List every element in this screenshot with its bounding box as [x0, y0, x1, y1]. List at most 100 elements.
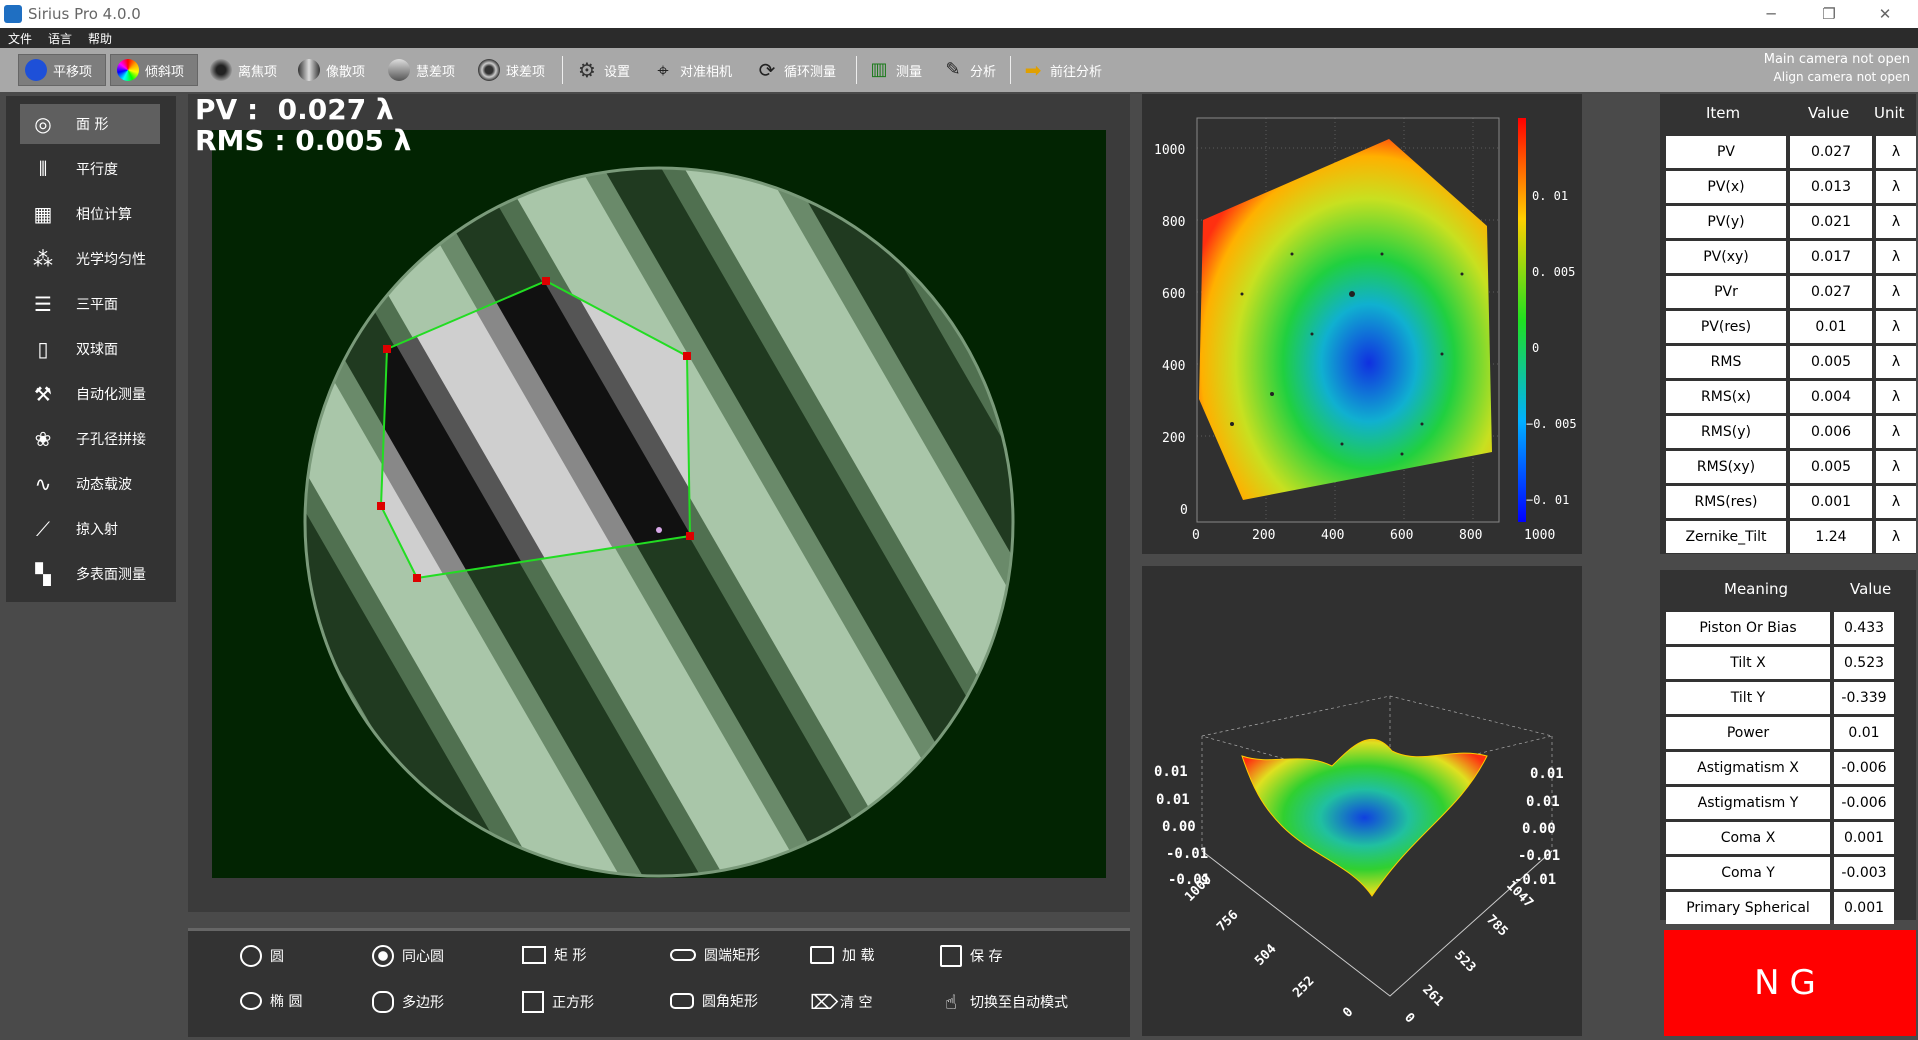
cell-value: 0.01: [1834, 717, 1894, 749]
toolbar-label: 设置: [604, 64, 631, 80]
sidebar-item-surface[interactable]: ◎ 面 形: [20, 104, 160, 144]
x-tick-3d: 252: [1290, 974, 1317, 1001]
menu-file[interactable]: 文件: [8, 30, 32, 47]
table-row: PV(x) 0.013 λ: [1666, 171, 1916, 203]
table-row: RMS(x) 0.004 λ: [1666, 381, 1916, 413]
table-row: Zernike_Tilt 1.24 λ: [1666, 521, 1916, 553]
cell-value: 0.523: [1834, 647, 1894, 679]
sidebar-item-parallelism[interactable]: ⦀ 平行度: [20, 149, 160, 189]
shape-label: 同心圆: [402, 949, 444, 965]
shape-obround-button[interactable]: 圆端矩形: [670, 945, 760, 965]
sidebar: ◎ 面 形 ⦀ 平行度 ▦ 相位计算 ⁂ 光学均匀性 ☰ 三平面 ▯ 双球面 ⚒…: [6, 96, 176, 602]
table-row: PV(xy) 0.017 λ: [1666, 241, 1916, 273]
cell-value: -0.006: [1834, 752, 1894, 784]
surface-map-fill: [1199, 139, 1492, 500]
colorbar-tick: −0. 005: [1526, 417, 1577, 431]
shape-square-button[interactable]: 正方形: [522, 991, 594, 1013]
toolbar-astigmatism-button[interactable]: 像散项: [292, 54, 376, 86]
toolbar-defocus-button[interactable]: 离焦项: [204, 54, 288, 86]
toolbar-cycle-measure-button[interactable]: ⟳ 循环测量: [750, 54, 850, 86]
cell-unit: λ: [1876, 521, 1916, 553]
table-row: PV 0.027 λ: [1666, 136, 1916, 168]
cell-value: -0.003: [1834, 857, 1894, 889]
sidebar-item-three-plane[interactable]: ☰ 三平面: [20, 284, 160, 324]
shape-rounded-rect-button[interactable]: 圆角矩形: [670, 991, 758, 1011]
clear-button[interactable]: ⌦ 清 空: [810, 991, 872, 1013]
restore-button[interactable]: ❐: [1806, 2, 1852, 26]
cell-item: RMS(y): [1666, 416, 1786, 448]
sidebar-item-double-sphere[interactable]: ▯ 双球面: [20, 329, 160, 369]
sidebar-item-label: 动态载波: [76, 477, 132, 493]
center-marker: [656, 527, 662, 533]
result-status: NG: [1664, 930, 1916, 1036]
rms-label: RMS :: [195, 124, 286, 157]
toolbar-settings-button[interactable]: ⚙ 设置: [570, 54, 640, 86]
shape-ellipse-button[interactable]: 椭 圆: [240, 991, 302, 1011]
menu-help[interactable]: 帮助: [88, 30, 112, 47]
stitch-icon: ❀: [34, 427, 52, 451]
z-tick-right: 0.01: [1530, 766, 1564, 782]
col-header-value: Value: [1850, 580, 1892, 598]
shape-rectangle-button[interactable]: 矩 形: [522, 945, 586, 965]
cell-meaning: Power: [1666, 717, 1830, 749]
cell-unit: λ: [1876, 241, 1916, 273]
x-tick-3d: 0: [1340, 1005, 1356, 1021]
results-table: Item Value Unit PV 0.027 λ PV(x) 0.013 λ PV(y)…: [1660, 94, 1916, 554]
z-tick-left: 0.01: [1154, 764, 1188, 780]
cell-value: 0.004: [1790, 381, 1872, 413]
shape-circle-button[interactable]: 圆: [240, 945, 284, 967]
sidebar-item-phase-calc[interactable]: ▦ 相位计算: [20, 194, 160, 234]
toolbar-measure-button[interactable]: ▥ 测量: [862, 54, 932, 86]
toolbar-align-camera-button[interactable]: ⌖ 对准相机: [646, 54, 746, 86]
sidebar-item-auto-measure[interactable]: ⚒ 自动化测量: [20, 374, 160, 414]
shape-label: 切换至自动模式: [970, 995, 1068, 1011]
switch-auto-mode-button[interactable]: ☝ 切换至自动模式: [940, 991, 1068, 1013]
cell-meaning: Coma X: [1666, 822, 1830, 854]
y-tick: 0: [1180, 503, 1188, 518]
sidebar-item-uniformity[interactable]: ⁂ 光学均匀性: [20, 239, 160, 279]
x-tick: 0: [1192, 528, 1200, 543]
cycle-icon: ⟳: [758, 58, 776, 82]
table-row: Tilt Y -0.339: [1666, 682, 1916, 714]
close-button[interactable]: ✕: [1862, 2, 1908, 26]
toolbar-piston-button[interactable]: 平移项: [18, 54, 106, 86]
shape-polygon-button[interactable]: 多边形: [372, 991, 444, 1013]
z-tick-left: -0.01: [1166, 846, 1208, 862]
load-button[interactable]: 加 载: [810, 945, 874, 965]
surface-map-2d[interactable]: 1000 800 600 400 200 0 0 200 400 600 800…: [1142, 94, 1582, 554]
toolbar-tilt-button[interactable]: 倾斜项: [110, 54, 198, 86]
main-camera-status: Main camera not open: [1763, 52, 1910, 67]
measure-icon: ▥: [870, 59, 888, 80]
menu-language[interactable]: 语言: [48, 30, 72, 47]
save-button[interactable]: 保 存: [940, 945, 1002, 967]
sidebar-item-stitching[interactable]: ❀ 子孔径拼接: [20, 419, 160, 459]
toolbar-spherical-button[interactable]: 球差项: [472, 54, 556, 86]
rectangle-icon: [522, 946, 546, 964]
cell-unit: λ: [1876, 451, 1916, 483]
toolbar-analyze-button[interactable]: ✎ 分析: [936, 54, 1006, 86]
interferogram-view[interactable]: [212, 130, 1106, 878]
square-icon: [522, 991, 544, 1013]
sidebar-item-grazing[interactable]: ⟋ 掠入射: [20, 509, 160, 549]
toolbar-goto-analysis-button[interactable]: ➡ 前往分析: [1016, 54, 1116, 86]
cell-meaning: Primary Spherical: [1666, 892, 1830, 924]
shape-concentric-button[interactable]: 同心圆: [372, 945, 444, 967]
table-row: Coma X 0.001: [1666, 822, 1916, 854]
sidebar-item-multi-surface[interactable]: ▚ 多表面测量: [20, 554, 160, 594]
sidebar-item-dynamic-carrier[interactable]: ∿ 动态载波: [20, 464, 160, 504]
save-icon: [940, 945, 962, 967]
y-tick: 600: [1162, 287, 1185, 302]
edit-icon: ✎: [945, 59, 961, 80]
arrow-right-icon: ➡: [1024, 58, 1042, 82]
y-tick: 200: [1162, 431, 1185, 446]
wave-icon: ∿: [34, 472, 52, 496]
minimize-button[interactable]: ─: [1748, 2, 1794, 26]
cell-value: -0.006: [1834, 787, 1894, 819]
table-row: RMS(res) 0.001 λ: [1666, 486, 1916, 518]
table-row: PV(y) 0.021 λ: [1666, 206, 1916, 238]
toolbar-label: 像散项: [326, 64, 366, 80]
surface-map-3d[interactable]: 0.01 0.01 0.00 -0.01 -0.01 0.01 0.01 0.0…: [1142, 566, 1582, 1036]
col-header-meaning: Meaning: [1724, 580, 1789, 598]
toolbar-coma-button[interactable]: 慧差项: [382, 54, 466, 86]
x-tick-3d: 504: [1252, 941, 1279, 968]
